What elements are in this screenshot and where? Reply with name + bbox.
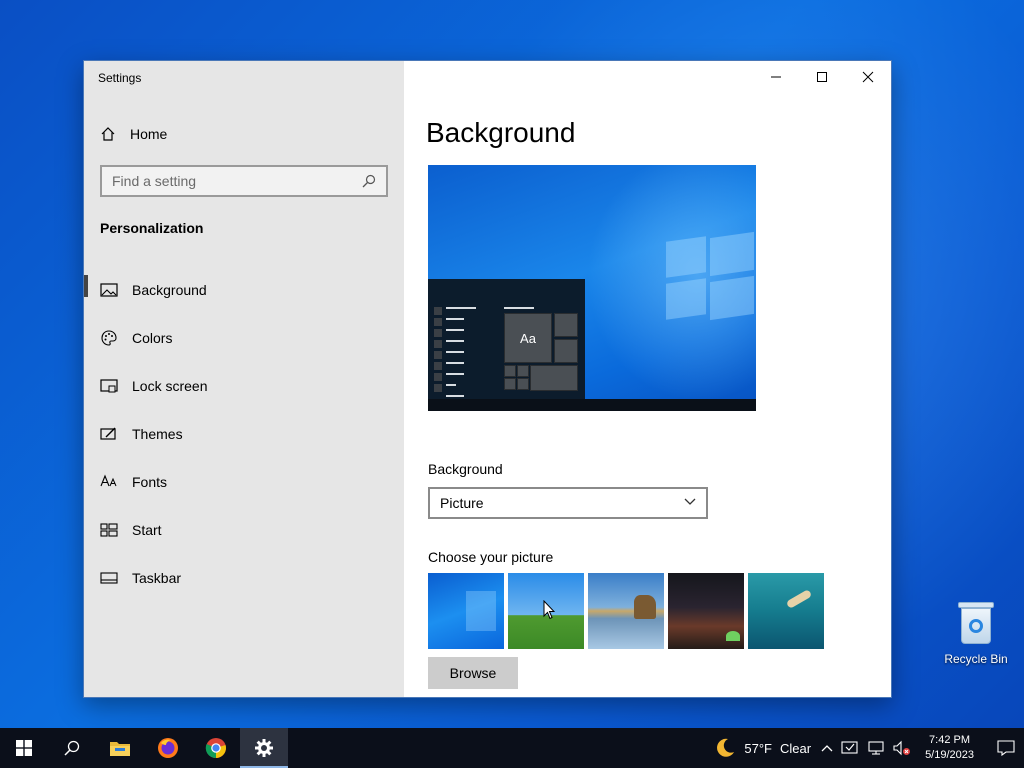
home-link[interactable]: Home <box>100 123 167 145</box>
sidebar-item-label: Taskbar <box>132 570 182 586</box>
sidebar-item-label: Start <box>132 522 162 538</box>
notifications-button[interactable] <box>988 728 1024 768</box>
weather-temperature: 57°F <box>744 740 772 756</box>
settings-icon <box>255 739 273 757</box>
clock-date: 5/19/2023 <box>925 749 974 761</box>
sidebar-item-start[interactable]: Start <box>84 506 404 554</box>
start-icon <box>100 521 118 539</box>
search-icon <box>64 740 80 756</box>
firefox-button[interactable] <box>144 728 192 768</box>
sidebar-nav: Background Colors Lock screen Themes Fon… <box>84 266 404 602</box>
sidebar-item-label: Background <box>132 282 207 298</box>
sidebar-item-taskbar[interactable]: Taskbar <box>84 554 404 602</box>
chevron-down-icon <box>684 498 696 505</box>
sidebar-item-lock-screen[interactable]: Lock screen <box>84 362 404 410</box>
fonts-icon <box>100 473 118 491</box>
firefox-icon <box>158 738 178 758</box>
page-title: Background <box>426 117 576 148</box>
recycle-bin-label: Recycle Bin <box>944 652 1008 666</box>
thumbnail-windows-blue[interactable] <box>428 573 504 649</box>
sidebar: Settings Home Personalization Background <box>84 61 404 697</box>
thumbnail-beach-rocks[interactable] <box>588 573 664 649</box>
recycle-bin-icon <box>957 600 995 646</box>
windows-logo-preview <box>666 231 756 325</box>
thumbnail-night-sky-tent[interactable] <box>668 573 744 649</box>
search-box[interactable] <box>100 165 388 197</box>
sidebar-item-label: Colors <box>132 330 173 346</box>
sidebar-item-label: Themes <box>132 426 183 442</box>
picture-thumbnails <box>428 573 824 649</box>
weather-description: Clear <box>779 740 812 756</box>
clock-time: 7:42 PM <box>929 734 971 746</box>
file-explorer-icon <box>110 742 130 756</box>
browse-button[interactable]: Browse <box>428 657 518 689</box>
mouse-cursor-icon <box>543 600 555 620</box>
search-button[interactable] <box>48 728 96 768</box>
taskbar: 57°F Clear 7:42 PM 5/19/2023 <box>0 728 1024 768</box>
settings-taskbar-button[interactable] <box>240 728 288 768</box>
moon-icon <box>717 738 735 757</box>
sidebar-item-background[interactable]: Background <box>84 266 404 314</box>
taskbar-preview <box>428 399 756 411</box>
window-title: Settings <box>98 71 142 85</box>
search-icon <box>362 174 376 188</box>
windows-logo-icon <box>16 740 32 756</box>
recycle-bin[interactable]: Recycle Bin <box>940 600 1012 666</box>
sidebar-item-fonts[interactable]: Fonts <box>84 458 404 506</box>
chrome-button[interactable] <box>192 728 240 768</box>
notification-icon <box>997 740 1015 756</box>
system-tray: 57°F Clear 7:42 PM 5/19/2023 <box>714 728 1024 768</box>
taskbar-icon <box>100 569 118 587</box>
volume-muted-icon[interactable] <box>893 740 911 756</box>
picture-icon <box>100 281 118 299</box>
background-preview: Aa <box>428 165 756 411</box>
sidebar-item-themes[interactable]: Themes <box>84 410 404 458</box>
chevron-up-icon[interactable] <box>821 744 833 752</box>
background-type-label: Background <box>428 461 503 477</box>
sidebar-item-colors[interactable]: Colors <box>84 314 404 362</box>
sidebar-item-label: Lock screen <box>132 378 208 394</box>
file-explorer-button[interactable] <box>96 728 144 768</box>
home-icon <box>101 127 115 141</box>
thumbnail-underwater-diver[interactable] <box>748 573 824 649</box>
sidebar-item-label: Fonts <box>132 474 168 490</box>
home-label: Home <box>130 126 168 142</box>
background-type-dropdown[interactable]: Picture <box>428 487 708 519</box>
weather-widget[interactable]: 57°F Clear <box>714 737 811 759</box>
content-pane: Background Aa Background Picture Choose … <box>404 61 891 697</box>
preview-tile-aa: Aa <box>504 313 552 363</box>
section-title: Personalization <box>100 220 204 236</box>
search-input[interactable] <box>112 173 362 189</box>
lock-screen-icon <box>100 377 118 395</box>
settings-window: Settings Home Personalization Background <box>83 60 892 698</box>
security-icon[interactable] <box>841 740 859 756</box>
start-button[interactable] <box>0 728 48 768</box>
network-icon[interactable] <box>867 740 885 756</box>
tray-icons <box>821 740 911 756</box>
themes-icon <box>100 425 118 443</box>
chrome-icon <box>205 738 226 759</box>
choose-picture-label: Choose your picture <box>428 549 554 565</box>
clock[interactable]: 7:42 PM 5/19/2023 <box>925 733 974 763</box>
start-menu-preview: Aa <box>428 279 585 399</box>
dropdown-value: Picture <box>440 495 484 511</box>
palette-icon <box>100 329 118 347</box>
